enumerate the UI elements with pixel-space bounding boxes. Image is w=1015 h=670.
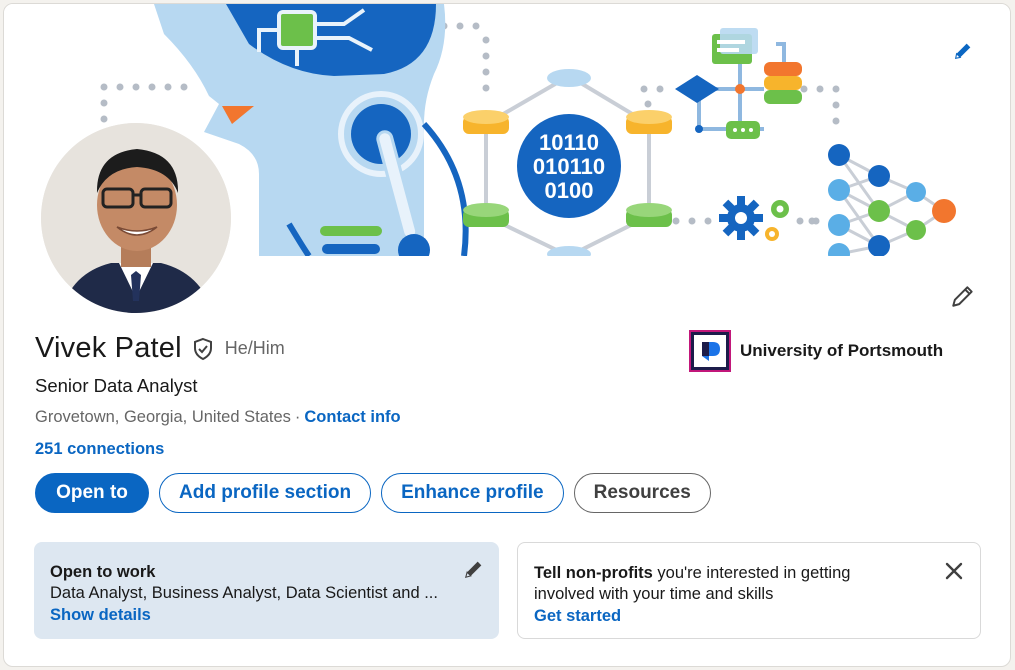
nonprofit-lead: Tell non-profits (534, 564, 653, 582)
avatar-portrait (41, 123, 231, 313)
profile-name: Vivek Patel (35, 332, 182, 364)
education-item[interactable]: University of Portsmouth (689, 330, 943, 372)
open-to-button[interactable]: Open to (35, 473, 149, 513)
enhance-profile-button[interactable]: Enhance profile (381, 473, 564, 513)
profile-headline: Senior Data Analyst (35, 375, 198, 396)
edit-banner-button[interactable] (950, 38, 976, 64)
profile-actions: Open to Add profile section Enhance prof… (35, 473, 721, 513)
edit-open-to-work-button[interactable] (463, 558, 485, 580)
education-name: University of Portsmouth (740, 341, 944, 360)
edit-intro-button[interactable] (948, 281, 978, 311)
profile-photo[interactable] (37, 119, 235, 317)
separator: · (294, 408, 301, 426)
nonprofit-text: Tell non-profits you're interested in ge… (534, 563, 909, 605)
profile-location: Grovetown, Georgia, United States (35, 408, 291, 426)
location-row: Grovetown, Georgia, United States · Contac… (35, 408, 401, 427)
name-row: Vivek Patel He/Him (35, 332, 285, 365)
pencil-icon (464, 561, 482, 579)
dismiss-nonprofit-button[interactable] (944, 561, 964, 581)
pronouns: He/Him (224, 338, 285, 358)
show-details-link[interactable]: Show details (50, 604, 483, 626)
verified-shield-icon[interactable] (191, 337, 215, 361)
contact-info-link[interactable]: Contact info (304, 408, 400, 426)
binary-line-2: 010110 (533, 154, 605, 179)
nonprofit-card: Tell non-profits you're interested in ge… (517, 542, 981, 639)
connections-link[interactable]: 251 connections (35, 440, 164, 459)
binary-line-1: 10110 (539, 130, 599, 155)
university-of-portsmouth-logo (689, 330, 731, 372)
profile-card: 10110 010110 0100 Vivek Patel He/Him Sen… (3, 3, 1011, 667)
pencil-icon (952, 286, 973, 307)
close-icon (945, 562, 963, 580)
binary-line-3: 0100 (545, 178, 594, 203)
open-to-work-roles: Data Analyst, Business Analyst, Data Sci… (50, 584, 438, 602)
open-to-work-title: Open to work (50, 563, 156, 581)
pencil-icon (954, 43, 971, 60)
add-profile-section-button[interactable]: Add profile section (159, 473, 372, 513)
get-started-link[interactable]: Get started (534, 605, 964, 627)
open-to-work-card: Open to work Data Analyst, Business Anal… (34, 542, 499, 639)
resources-button[interactable]: Resources (573, 473, 711, 513)
